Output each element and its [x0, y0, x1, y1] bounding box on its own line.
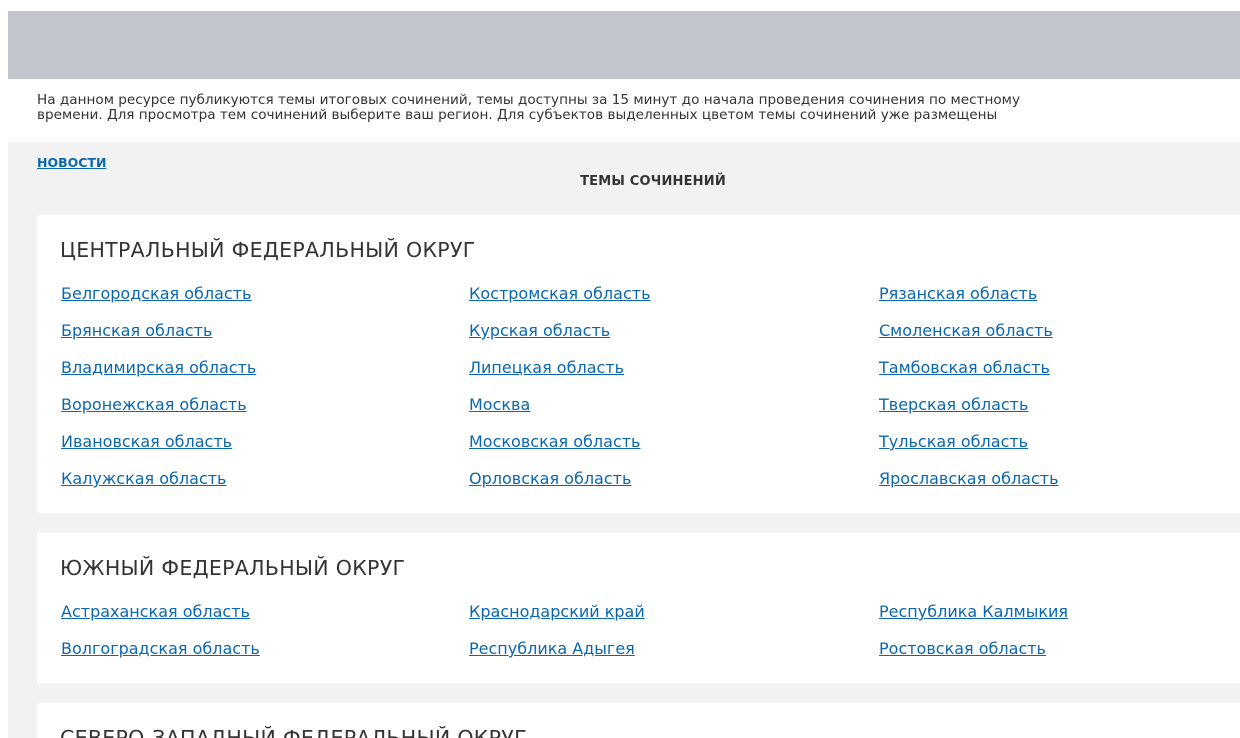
region-link[interactable]: Курская область — [469, 321, 610, 340]
intro-line-2: времени. Для просмотра тем сочинений выб… — [37, 107, 998, 123]
district-panel: ЮЖНЫЙ ФЕДЕРАЛЬНЫЙ ОКРУГ Астраханская обла… — [37, 533, 1240, 683]
region-link[interactable]: Орловская область — [469, 469, 631, 488]
section-title: ТЕМЫ СОЧИНЕНИЙ — [580, 174, 726, 189]
district-title: ЦЕНТРАЛЬНЫЙ ФЕДЕРАЛЬНЫЙ ОКРУГ — [60, 238, 476, 262]
region-link[interactable]: Республика Калмыкия — [879, 602, 1068, 621]
region-link[interactable]: Рязанская область — [879, 284, 1037, 303]
region-link[interactable]: Республика Адыгея — [469, 639, 635, 658]
district-panel: ЦЕНТРАЛЬНЫЙ ФЕДЕРАЛЬНЫЙ ОКРУГ Белгородска… — [37, 215, 1240, 513]
region-link[interactable]: Тульская область — [879, 432, 1028, 451]
region-link[interactable]: Московская область — [469, 432, 640, 451]
region-link[interactable]: Воронежская область — [61, 395, 247, 414]
region-link[interactable]: Брянская область — [61, 321, 212, 340]
region-link[interactable]: Краснодарский край — [469, 602, 645, 621]
intro-text: На данном ресурсе публикуются темы итого… — [37, 93, 1240, 123]
header-banner — [8, 11, 1240, 79]
region-link[interactable]: Ростовская область — [879, 639, 1046, 658]
district-title: СЕВЕРО-ЗАПАДНЫЙ ФЕДЕРАЛЬНЫЙ ОКРУГ — [60, 726, 527, 738]
region-link[interactable]: Липецкая область — [469, 358, 624, 377]
region-link[interactable]: Тамбовская область — [879, 358, 1050, 377]
region-link[interactable]: Москва — [469, 395, 530, 414]
region-link[interactable]: Костромская область — [469, 284, 651, 303]
region-link[interactable]: Ярославская область — [879, 469, 1059, 488]
region-link[interactable]: Волгоградская область — [61, 639, 260, 658]
region-link[interactable]: Белгородская область — [61, 284, 251, 303]
region-link[interactable]: Владимирская область — [61, 358, 256, 377]
region-link[interactable]: Калужская область — [61, 469, 226, 488]
news-link[interactable]: НОВОСТИ — [37, 155, 106, 170]
district-title: ЮЖНЫЙ ФЕДЕРАЛЬНЫЙ ОКРУГ — [60, 556, 406, 580]
district-panel: СЕВЕРО-ЗАПАДНЫЙ ФЕДЕРАЛЬНЫЙ ОКРУГ — [37, 703, 1240, 738]
region-link[interactable]: Тверская область — [879, 395, 1028, 414]
region-link[interactable]: Астраханская область — [61, 602, 250, 621]
region-link[interactable]: Ивановская область — [61, 432, 232, 451]
intro-line-1: На данном ресурсе публикуются темы итого… — [37, 93, 1020, 108]
region-link[interactable]: Смоленская область — [879, 321, 1053, 340]
page: На данном ресурсе публикуются темы итого… — [0, 0, 1240, 738]
